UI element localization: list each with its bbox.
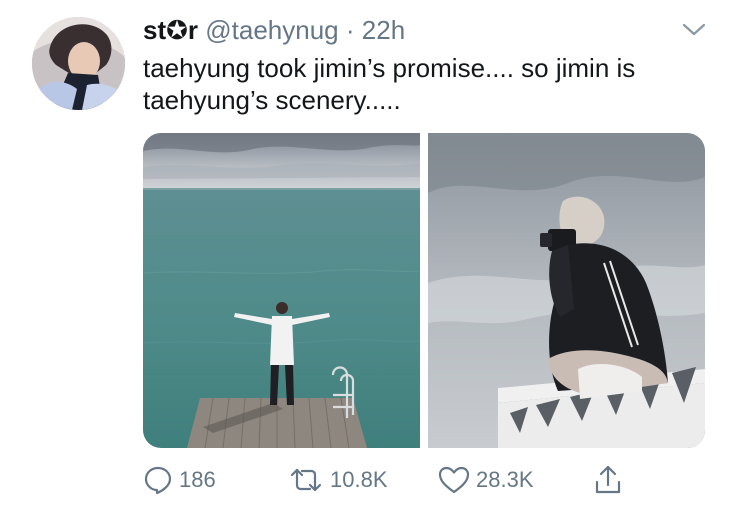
retweet-button[interactable]: 10.8K	[288, 462, 388, 498]
avatar[interactable]	[32, 17, 125, 110]
tweet-text: taehyung took jimin’s promise.... so jim…	[143, 52, 703, 116]
reply-count: 186	[179, 467, 216, 492]
avatar-image	[32, 17, 125, 110]
like-count: 28.3K	[476, 467, 534, 492]
reply-button[interactable]: 186	[143, 462, 216, 498]
like-button[interactable]: 28.3K	[438, 462, 534, 498]
photo-camera-figure[interactable]	[428, 133, 705, 448]
share-button[interactable]	[593, 462, 623, 498]
separator-dot: ·	[345, 15, 355, 45]
timestamp[interactable]: 22h	[362, 15, 405, 45]
user-handle[interactable]: @taehynug	[205, 15, 338, 45]
retweet-arrows-icon	[290, 468, 322, 492]
photo-pier-ocean[interactable]	[143, 133, 420, 448]
tweet-text-line-1: taehyung took jimin’s promise.... so jim…	[143, 53, 636, 83]
heart-icon	[438, 466, 470, 494]
speech-bubble-icon	[144, 466, 172, 495]
tweet-text-line-2: taehyung’s scenery.....	[143, 85, 401, 115]
tweet-header: st✪r @taehynug · 22h	[143, 14, 405, 46]
retweet-count: 10.8K	[330, 467, 388, 492]
media-grid	[143, 133, 705, 448]
chevron-down-icon[interactable]	[681, 20, 707, 40]
tweet-actions: 186 10.8K 28.3K	[143, 462, 703, 498]
display-name[interactable]: st✪r	[143, 15, 198, 45]
share-upload-icon	[595, 465, 621, 494]
